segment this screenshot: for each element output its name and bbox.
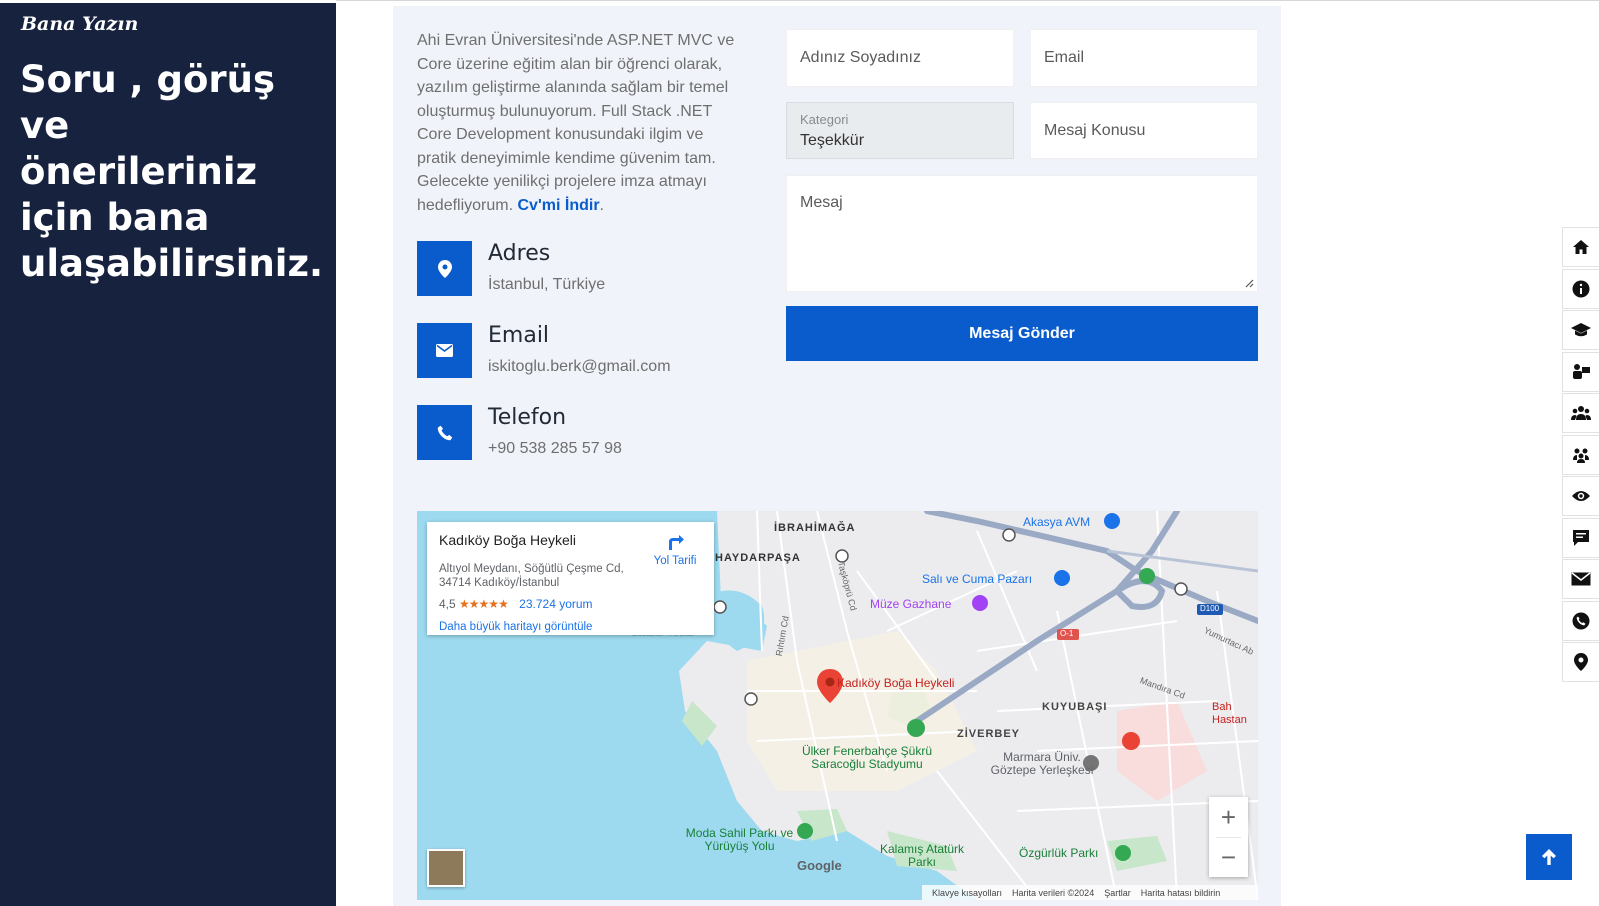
info-icon [1572,280,1590,297]
zoom-controls: + − [1209,797,1248,877]
resize-handle-icon[interactable] [1244,278,1254,288]
rating-stars-icon: ★★★★★ [459,597,509,611]
keyboard-shortcuts-link[interactable]: Klavye kısayolları [932,888,1002,898]
address-value: İstanbul, Türkiye [488,276,606,293]
map-label-kalamis: Kalamış Atatürk Parkı [879,842,965,869]
subject-field-wrapper [1030,102,1258,159]
map-label-ulker: Ülker Fenerbahçe Şükrü Saracoğlu Stadyum… [801,744,933,771]
left-panel: Bana Yazın Soru , görüş ve önerileriniz … [0,3,336,906]
nav-skills[interactable] [1562,351,1599,392]
eye-icon [1572,491,1590,501]
team-icon [1571,406,1591,420]
subject-input[interactable] [1031,103,1257,158]
intro-paragraph: Ahi Evran Üniversitesi'nde ASP.NET MVC v… [417,29,745,217]
zoom-out-button[interactable]: − [1209,837,1248,877]
satellite-toggle[interactable] [427,849,465,887]
email-info: Email iskitoglu.berk@gmail.com [417,323,747,379]
nav-contact-mail[interactable] [1562,559,1599,599]
email-value: iskitoglu.berk@gmail.com [488,358,671,375]
name-input[interactable] [787,30,1013,86]
category-label: Kategori [800,112,849,127]
brand-title: Bana Yazın [21,13,139,35]
category-select[interactable]: Kategori Teşekkür [786,102,1014,159]
graduation-cap-icon [1571,323,1591,337]
intro-period: . [599,196,604,214]
nav-portfolio[interactable] [1562,476,1599,516]
message-icon [1573,529,1589,546]
side-navigation [1562,227,1599,684]
map-footer: Klavye kısayolları Harita verileri ©2024… [922,885,1258,900]
arrow-up-icon [1542,849,1556,865]
map-data-text: Harita verileri ©2024 [1012,887,1095,898]
nav-phone[interactable] [1562,600,1599,641]
place-title: Kadıköy Boğa Heykeli [439,532,576,548]
map-embed[interactable]: İBRAHİMAĞA HAYDARPAŞA Akasya AVM Salı ve… [417,511,1258,900]
top-divider [336,0,1599,3]
map-label-haydarpasa: HAYDARPAŞA [715,552,801,564]
directions-label: Yol Tarifi [653,555,697,567]
phone-circle-icon [1572,612,1590,629]
nav-home[interactable] [1562,227,1599,267]
page: Bana Yazın Soru , görüş ve önerileriniz … [0,0,1599,906]
map-pin-label: Kadıköy Boğa Heykeli [837,676,955,690]
terms-link[interactable]: Şartlar [1104,888,1131,898]
map-label-ziverbey: ZİVERBEY [957,728,1021,740]
nav-network[interactable] [1562,434,1599,475]
directions-button[interactable]: Yol Tarifi [645,532,705,567]
map-place-card: Kadıköy Boğa Heykeli Altıyol Meydanı, Sö… [427,522,714,635]
location-icon [1574,653,1588,671]
map-label-hastane: Bah Hastan [1212,701,1247,726]
reviews-link[interactable]: 23.724 yorum [519,597,592,611]
phone-icon [417,405,472,460]
map-label-kuyubasi: KUYUBAŞI [1042,701,1108,713]
map-label-moda: Moda Sahil Parkı ve Yürüyüş Yolu [685,826,794,853]
zoom-in-button[interactable]: + [1209,797,1248,837]
name-field-wrapper [786,29,1014,87]
intro-text: Ahi Evran Üniversitesi'nde ASP.NET MVC v… [417,32,735,214]
map-label-marmara: Marmara Üniv. Göztepe Yerleşkesi [990,750,1094,777]
address-info: Adres İstanbul, Türkiye [417,241,747,297]
message-textarea[interactable] [787,176,1257,291]
home-icon [1573,240,1589,254]
map-label-ibrahimaga: İBRAHİMAĞA [774,522,856,534]
google-logo: Google [797,858,842,873]
email-field-wrapper [1030,29,1258,87]
phone-value: +90 538 285 57 98 [488,440,622,457]
nav-education[interactable] [1562,310,1599,350]
map-label-ozgurluk: Özgürlük Parkı [1019,846,1099,860]
back-to-top-button[interactable] [1526,834,1572,880]
network-icon [1573,448,1589,463]
nav-team[interactable] [1562,393,1599,433]
envelope-icon [417,323,472,378]
cv-download-link[interactable]: Cv'mi İndir [518,197,600,214]
category-value: Teşekkür [800,132,865,149]
mail-icon [1571,572,1591,586]
email-input[interactable] [1031,30,1257,86]
place-rating: 4,5 ★★★★★ 23.724 yorum [439,597,593,611]
nav-location[interactable] [1562,642,1599,682]
address-title: Adres [488,241,551,266]
phone-title: Telefon [488,405,567,430]
location-pin-icon [417,241,472,296]
rating-value: 4,5 [439,597,456,611]
nav-about[interactable] [1562,268,1599,309]
skills-icon [1573,363,1590,379]
send-message-button[interactable]: Mesaj Gönder [786,306,1258,361]
map-label-muze: Müze Gazhane [870,597,952,611]
report-error-link[interactable]: Harita hatası bildirin [1141,888,1221,898]
directions-icon [669,535,684,550]
place-address: Altıyol Meydanı, Söğütlü Çeşme Cd, 34714… [439,563,624,589]
map-label-d100: D100 [1200,604,1220,613]
message-field-wrapper [786,175,1258,292]
map-label-sali-cuma: Salı ve Cuma Pazarı [922,572,1033,586]
page-headline: Soru , görüş ve önerileriniz için bana u… [20,58,324,285]
email-title: Email [488,323,550,348]
map-label-akasya: Akasya AVM [1023,515,1091,529]
nav-blog[interactable] [1562,517,1599,558]
larger-map-link[interactable]: Daha büyük haritayı görüntüle [439,621,592,633]
phone-info: Telefon +90 538 285 57 98 [417,405,747,461]
map-label-o1: O-1 [1060,629,1074,638]
